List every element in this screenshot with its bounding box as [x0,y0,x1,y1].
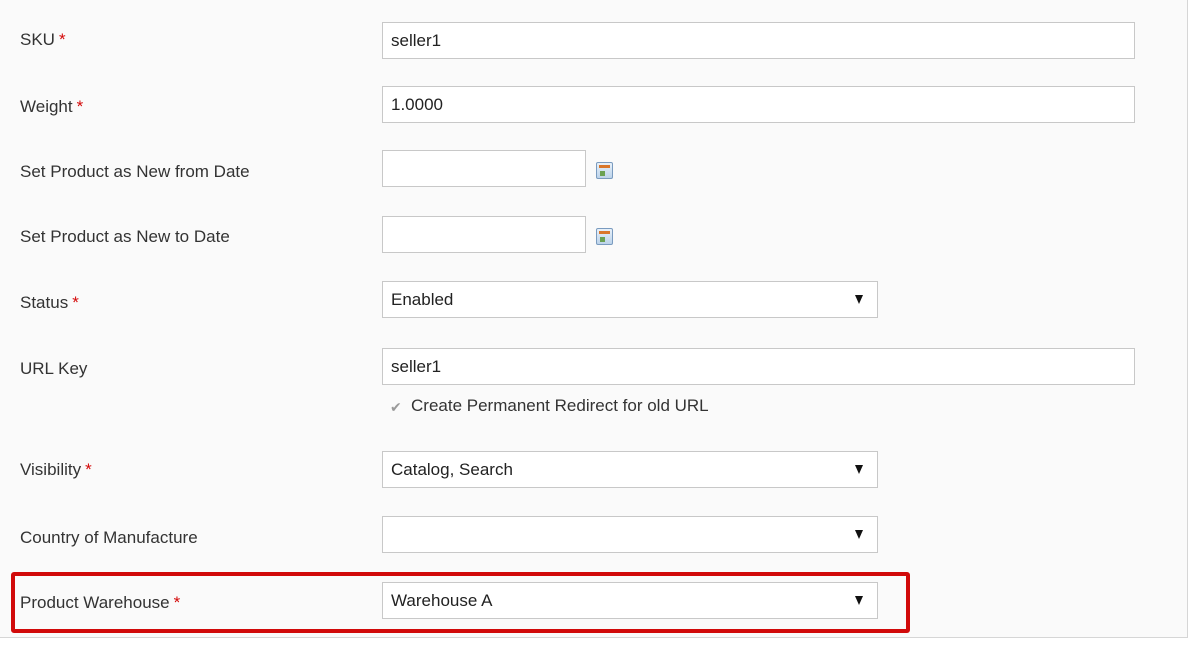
country-label: Country of Manufacture [20,528,198,547]
new-from-date-input[interactable] [382,150,586,187]
calendar-icon[interactable] [596,162,613,179]
status-label: Status * [20,293,79,312]
new-from-date-label: Set Product as New from Date [20,162,250,181]
weight-label: Weight * [20,97,84,116]
new-to-date-input[interactable] [382,216,586,253]
chevron-down-icon [855,530,863,539]
required-mark: * [72,293,79,312]
weight-input[interactable]: 1.0000 [382,86,1135,123]
url-key-label: URL Key [20,359,88,378]
chevron-down-icon [855,295,863,304]
redirect-option[interactable]: ✔ Create Permanent Redirect for old URL [390,396,709,416]
visibility-select[interactable]: Catalog, Search [382,451,878,488]
sku-label: SKU * [20,30,66,49]
url-key-input[interactable]: seller1 [382,348,1135,385]
sku-input[interactable]: seller1 [382,22,1135,59]
product-general-panel: SKU * seller1 Weight * 1.0000 Set Product … [0,0,1188,638]
redirect-label: Create Permanent Redirect for old URL [411,396,709,415]
status-select[interactable]: Enabled [382,281,878,318]
checkmark-icon[interactable]: ✔ [390,400,403,414]
country-select[interactable] [382,516,878,553]
visibility-label: Visibility * [20,460,92,479]
new-to-date-label: Set Product as New to Date [20,227,230,246]
chevron-down-icon [855,465,863,474]
calendar-icon[interactable] [596,228,613,245]
status-selected-value: Enabled [391,290,454,309]
required-mark: * [58,30,66,49]
required-mark: * [76,97,84,116]
visibility-selected-value: Catalog, Search [391,460,513,479]
warehouse-highlight-box [11,572,910,633]
required-mark: * [85,460,92,479]
